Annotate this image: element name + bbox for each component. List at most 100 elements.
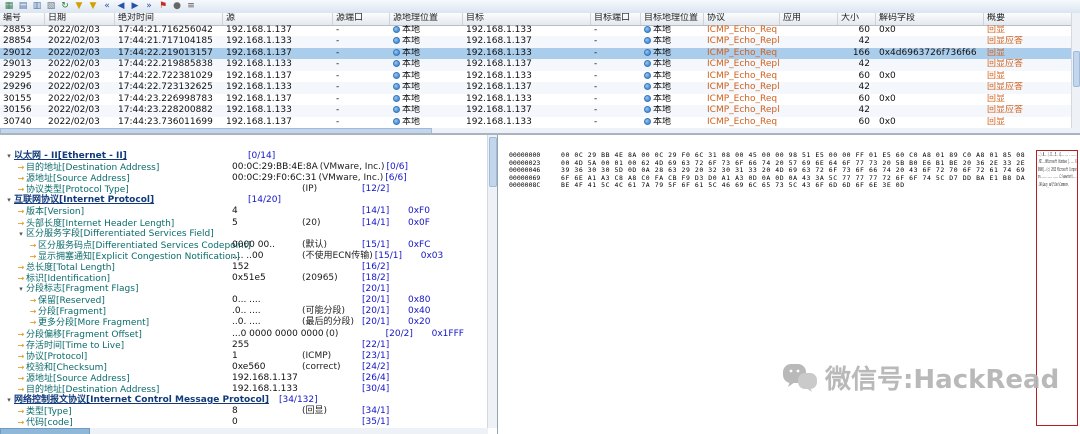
tree-row[interactable]: → 协议[Protocol] 1 (ICMP) [23/1] [0,351,487,362]
tree-node-columns: 0... .... [20/1] 0x80 [232,295,431,306]
globe-icon [393,71,400,79]
decode-tree-hscrollbar[interactable] [0,428,488,434]
column-header-protocol[interactable]: 协议 [704,13,780,25]
next-packet-icon[interactable]: ▶ [129,1,141,12]
column-header-dst_port[interactable]: 目标端口 [591,13,641,25]
column-header-src[interactable]: 源 [223,13,333,25]
export-icon[interactable]: ▤ [17,1,29,12]
last-packet-icon[interactable]: » [143,1,155,12]
column-header-date[interactable]: 日期 [45,13,115,25]
print-icon[interactable]: ▧ [45,1,57,12]
tree-row[interactable]: → 版本[Version] 4 [14/1] 0xF0 [0,206,487,217]
refresh-icon[interactable]: ↻ [59,1,71,12]
tree-row[interactable]: ▾ 以太网 - II[Ethernet - II] [0/14] [0,151,487,162]
tree-row[interactable]: → 更多分段[More Fragment] ..0. .... (最后的分段) [20/… [0,317,487,328]
expander-icon[interactable]: ▾ [16,284,26,295]
cell-size: 60 [858,25,870,35]
prev-packet-icon[interactable]: ◀ [115,1,127,12]
table-row[interactable]: 29013 2022/02/03 17:44:22.219885838 192.168… [0,59,1072,71]
options-icon[interactable]: ≡ [185,1,197,12]
filter-icon[interactable]: ▼ [73,1,85,12]
cell-dst_port: - [594,105,598,116]
tree-row[interactable]: → 类型[Type] 8 (回显) [34/1] [0,406,487,417]
tree-node-columns: 0xe560 (correct) [24/2] [232,362,408,373]
tree-row[interactable]: → 头部长度[Internet Header Length] 5 (20) [14/1]… [0,218,487,229]
tree-row[interactable]: → 源地址[Source Address] 192.168.1.137 [26/4] [0,373,487,384]
cell-no: 29012 [3,47,32,58]
tree-row[interactable]: → 区分服务码点[Differentiated Services Codepoin… [0,240,487,251]
first-packet-icon[interactable]: « [101,1,113,12]
packet-table-vscrollbar[interactable] [1071,13,1080,133]
column-header-dst[interactable]: 目标 [463,13,591,25]
tree-row[interactable]: → 显示拥塞通知[Explicit Congestion Notification… [0,251,487,262]
hscrollbar-thumb[interactable] [0,428,90,434]
bookmark-icon[interactable]: ⚑ [157,1,169,12]
column-header-no[interactable]: 编号 [0,13,45,25]
tree-row[interactable]: → 分段偏移[Fragment Offset] ...0 0000 0000 000… [0,329,487,340]
cell-protocol: ICMP_Echo_Reply [707,105,780,116]
tree-node-label: 总长度[Total Length] [26,262,115,273]
decode-tree-vscrollbar[interactable] [487,135,497,428]
tree-node-columns: 0 [35/1] [232,417,408,428]
tree-row[interactable]: ▾ 网络控制报文协议[Internet Control Message Proto… [0,395,487,406]
table-row[interactable]: 30155 2022/02/03 17:44:23.226998783 192.168… [0,94,1072,105]
expander-icon[interactable]: ▾ [4,151,14,162]
tree-row[interactable]: → 分段[Fragment] .0.. .... (可能分段) [20/1] 0x40 [0,306,487,317]
hex-row[interactable]: 0000008C BE 4F 41 5C 4C 61 7A 79 5F 6F 61… [509,181,1030,190]
tree-row[interactable]: ▾ 区分服务字段[Differentiated Services Field] [0,229,487,240]
geo-label: 本地 [653,116,672,127]
tree-row[interactable]: → 总长度[Total Length] 152 [16/2] [0,262,487,273]
cell-dst: 192.168.1.137 [466,105,532,116]
tree-row[interactable]: ▾ 分段标志[Fragment Flags] [20/1] [0,284,487,295]
ascii-pane[interactable]: ..).N...).l1..E...Q......`......... .MZ..… [1036,150,1078,426]
find-icon[interactable]: ● [171,1,183,12]
tree-row[interactable]: → 代码[code] 0 [35/1] [0,417,487,428]
tree-node-note [302,384,362,395]
tree-node-value: 1 [232,350,238,361]
expander-icon[interactable]: ▾ [4,395,14,406]
tree-row[interactable]: → 保留[Reserved] 0... .... [20/1] 0x80 [0,295,487,306]
tree-node-label: 以太网 - II[Ethernet - II] [14,151,127,161]
tree-node-value: 00:0C:29:F0:6C:31 [232,173,317,184]
tree-row[interactable]: → 源地址[Source Address] 00:0C:29:F0:6C:31 (VM… [0,173,487,184]
tree-row[interactable]: → 存活时间[Time to Live] 255 [22/1] [0,340,487,351]
table-row[interactable]: 29295 2022/02/03 17:44:22.722381029 192.168… [0,71,1072,82]
geo-label: 本地 [653,25,672,35]
expander-icon[interactable]: ▾ [4,195,14,206]
table-row[interactable]: 29012 2022/02/03 17:44:22.219013157 192.168… [0,47,1072,60]
cell-date: 2022/02/03 [48,25,100,35]
tree-node-offset: [22/1] [362,339,390,350]
field-arrow-icon: → [29,251,37,261]
tree-node-columns: (IP) [12/2] [232,184,408,195]
table-row[interactable]: 28853 2022/02/03 17:44:21.716256042 192.168… [0,25,1072,36]
cell-dst_geo: 本地 [641,71,704,82]
filter-add-icon[interactable]: ▼ [87,1,99,12]
column-header-src_port[interactable]: 源端口 [333,13,390,25]
tree-row[interactable]: → 目的地址[Destination Address] 192.168.1.133 [… [0,384,487,395]
cell-decoded: 0x0 [879,70,896,81]
column-header-src_geo[interactable]: 源地理位置 [390,13,463,25]
tree-row[interactable]: → 校验和[Checksum] 0xe560 (correct) [24/2] [0,362,487,373]
column-header-dst_geo[interactable]: 目标地理位置 [641,13,704,25]
tree-node-label: 区分服务字段[Differentiated Services Field] [26,228,214,239]
cell-decoded [876,105,984,116]
tree-row[interactable]: → 目的地址[Destination Address] 00:0C:29:BB:4E… [0,162,487,173]
expander-icon[interactable]: ▾ [16,229,26,240]
cell-time: 17:44:22.219885838 [118,59,213,70]
tree-row[interactable]: → 协议类型[Protocol Type] (IP) [12/2] [0,184,487,195]
table-row[interactable]: 30740 2022/02/03 17:44:23.736011699 192.168… [0,117,1072,128]
packet-list-icon[interactable]: ▦ [3,1,15,12]
column-header-app[interactable]: 应用 [780,13,838,25]
vscrollbar-thumb[interactable] [1073,51,1080,87]
table-row[interactable]: 28854 2022/02/03 17:44:21.717104185 192.168… [0,36,1072,48]
vscrollbar-thumb[interactable] [489,137,497,187]
column-header-summary[interactable]: 概要 [984,13,1072,25]
column-header-decoded[interactable]: 解码字段 [876,13,984,25]
tree-row[interactable]: ▾ 互联网协议[Internet Protocol] [14/20] [0,195,487,206]
table-row[interactable]: 30156 2022/02/03 17:44:23.228200882 192.168… [0,105,1072,117]
column-header-time[interactable]: 绝对时间 [115,13,223,25]
column-header-size[interactable]: 大小 [838,13,876,25]
table-row[interactable]: 29296 2022/02/03 17:44:22.723132625 192.168… [0,82,1072,94]
tree-row[interactable]: → 标识[Identification] 0x51e5 (20965) [18/2] [0,273,487,284]
copy-icon[interactable]: ▥ [31,1,43,12]
